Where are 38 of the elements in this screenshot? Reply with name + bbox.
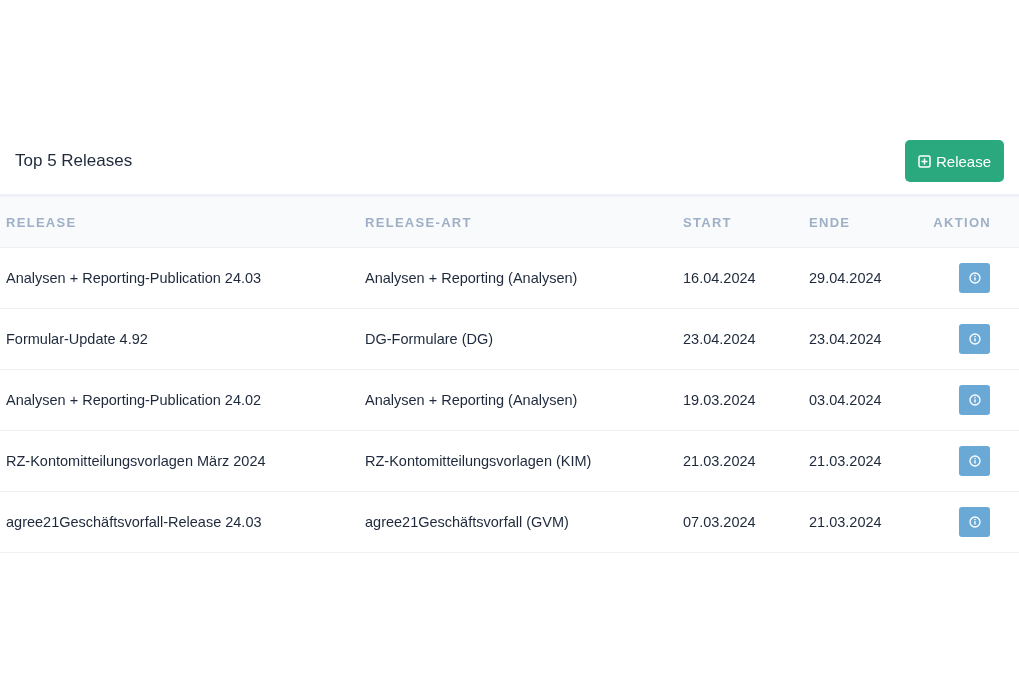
info-icon (968, 455, 981, 467)
info-button[interactable] (959, 446, 990, 476)
info-icon (968, 394, 981, 406)
table-cell-text: Formular-Update 4.92 (5, 331, 149, 347)
table-cell-text: 23.04.2024 (682, 331, 757, 347)
column-header: START (682, 214, 732, 230)
column-header: AKTION (932, 214, 992, 230)
column-header: RELEASE-ART (364, 214, 472, 230)
add-release-button[interactable]: Release (904, 140, 1004, 182)
column-header: ENDE (808, 214, 851, 230)
info-icon (968, 333, 981, 345)
table-cell-text: 07.03.2024 (682, 514, 757, 530)
table-cell-text: 21.03.2024 (682, 453, 757, 469)
table-cell-text: Analysen + Reporting (Analysen) (364, 392, 579, 408)
table-cell-text: 23.04.2024 (808, 331, 883, 347)
info-icon (968, 516, 981, 528)
table-cell-text: 16.04.2024 (682, 270, 757, 286)
info-button[interactable] (959, 263, 990, 293)
column-header: RELEASE (5, 214, 77, 230)
info-button[interactable] (959, 324, 990, 354)
table-cell-text: 03.04.2024 (808, 392, 883, 408)
info-button[interactable] (959, 385, 990, 415)
table-cell-text: Analysen + Reporting-Publication 24.03 (5, 270, 263, 286)
table-cell-text: 29.04.2024 (808, 270, 883, 286)
plus-square-icon (917, 154, 931, 168)
table-cell-text: RZ-Kontomitteilungsvorlagen (KIM) (364, 453, 593, 469)
info-button[interactable] (959, 507, 990, 537)
table-cell-text: Analysen + Reporting-Publication 24.02 (5, 392, 263, 408)
info-icon (968, 272, 981, 284)
card-title: Top 5 Releases (15, 151, 133, 171)
table-cell-text: 19.03.2024 (682, 392, 757, 408)
table-cell-text: 21.03.2024 (808, 453, 883, 469)
table-cell-text: agree21Geschäftsvorfall-Release 24.03 (5, 514, 263, 530)
table-cell-text: DG-Formulare (DG) (364, 331, 495, 347)
table-cell-text: Analysen + Reporting (Analysen) (364, 270, 579, 286)
table-cell-text: 21.03.2024 (808, 514, 883, 530)
table-cell-text: agree21Geschäftsvorfall (GVM) (364, 514, 570, 530)
table-cell-text: RZ-Kontomitteilungsvorlagen März 2024 (5, 453, 267, 469)
